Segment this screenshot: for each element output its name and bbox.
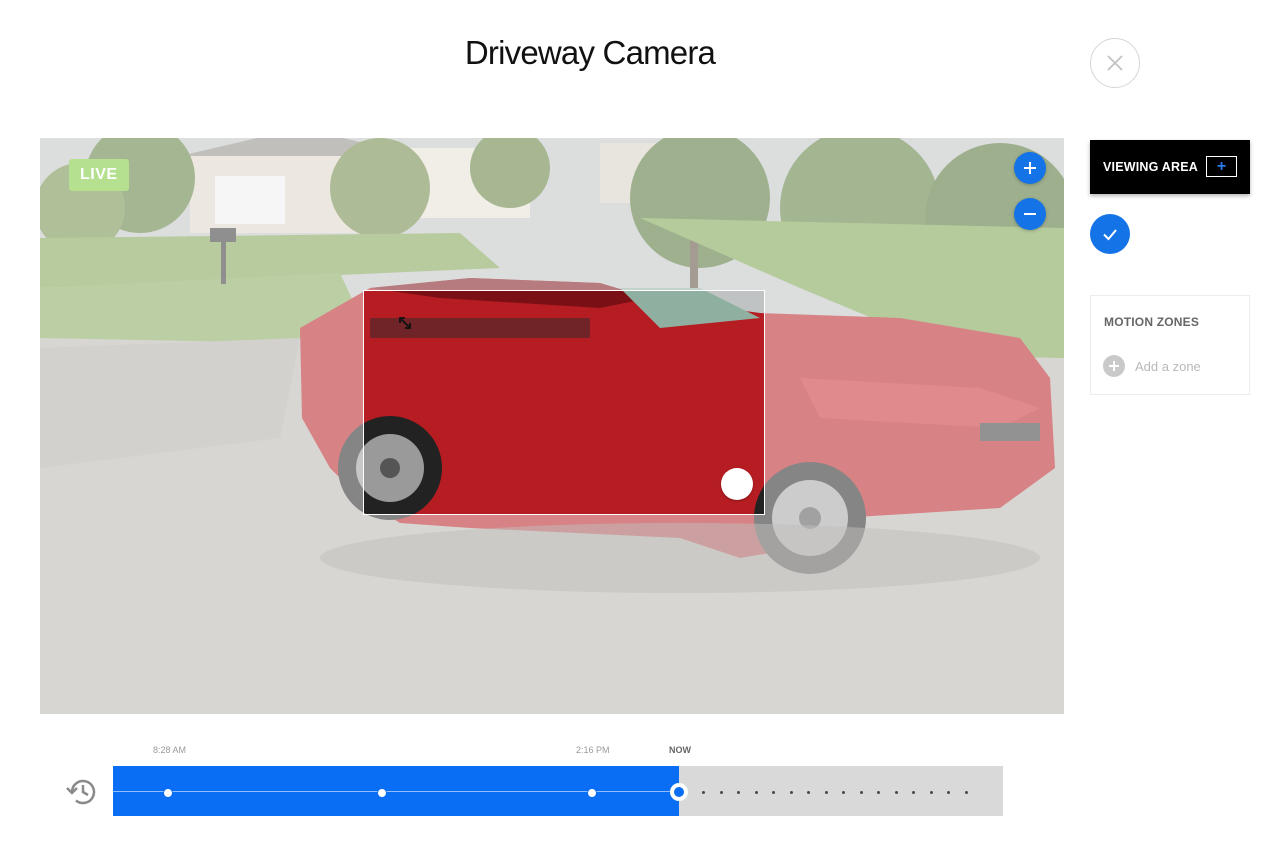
page-title: Driveway Camera [464,34,716,71]
timeline-event-marker[interactable] [377,788,387,798]
add-zone-button[interactable]: Add a zone [1103,355,1201,377]
minus-icon [1024,213,1036,215]
viewing-area-selection[interactable] [363,290,765,515]
timeline-future-dot [842,791,845,794]
timeline-future-dot [965,791,968,794]
checkmark-icon [1103,229,1117,241]
timeline-event-marker[interactable] [163,788,173,798]
timeline-future-dot [702,791,705,794]
timeline-future-dot [807,791,810,794]
timeline-label-start: 8:28 AM [153,745,187,755]
history-icon[interactable] [64,774,100,810]
camera-feed[interactable]: LIVE [40,138,1064,714]
timeline-scrubber[interactable] [113,766,1003,816]
timeline-future-dot [737,791,740,794]
timeline-future-dot [912,791,915,794]
timeline-future-dot [930,791,933,794]
timeline-future-dot [895,791,898,794]
timeline-label-now: NOW [669,745,691,755]
motion-zones-panel: MOTION ZONES Add a zone [1090,295,1250,395]
timeline-future-dot [772,791,775,794]
resize-diagonal-icon [399,317,411,329]
timeline-future-dot [877,791,880,794]
timeline-future-dot [755,791,758,794]
timeline-event-marker[interactable] [587,788,597,798]
resize-handle[interactable] [399,317,753,500]
close-icon [1107,55,1123,71]
timeline-future-dot [720,791,723,794]
add-zone-label: Add a zone [1135,358,1201,374]
zoom-in-button[interactable] [1014,152,1046,184]
timeline-future-dot [790,791,793,794]
close-button[interactable] [1090,38,1140,88]
viewing-area-label: VIEWING AREA [1103,160,1198,174]
confirm-button[interactable] [1090,214,1130,254]
plus-icon [1024,162,1036,174]
viewing-area-add-button[interactable]: + [1206,156,1237,177]
live-badge: LIVE [69,159,129,191]
add-zone-icon [1103,355,1125,377]
timeline-playhead[interactable] [670,783,688,801]
timeline-future-dot [825,791,828,794]
timeline-future-dot [947,791,950,794]
timeline-label-mid: 2:16 PM [576,745,610,755]
timeline-future-dot [860,791,863,794]
viewing-area-panel[interactable]: VIEWING AREA + [1090,140,1250,194]
selection-snapshot [364,291,764,514]
zoom-out-button[interactable] [1014,198,1046,230]
motion-zones-title: MOTION ZONES [1104,315,1200,329]
